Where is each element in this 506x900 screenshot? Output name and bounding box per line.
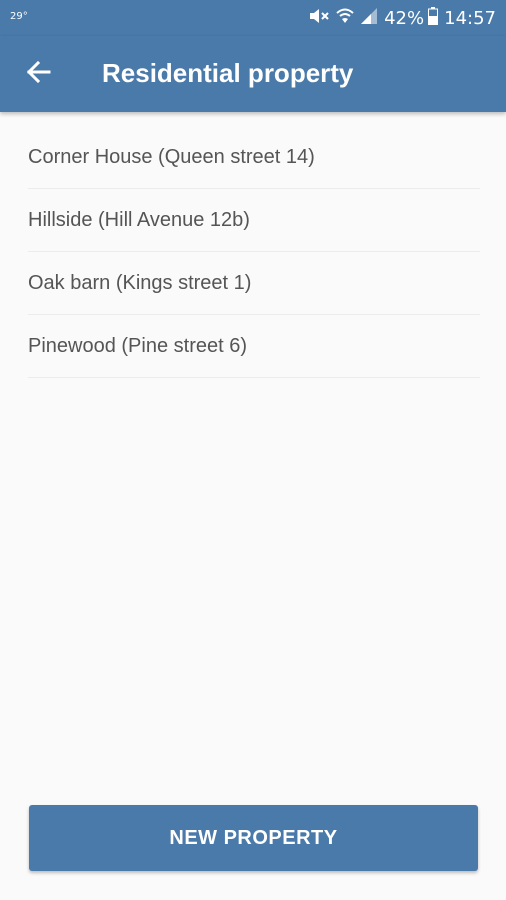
- property-label: Oak barn (Kings street 1): [28, 271, 252, 294]
- property-item[interactable]: Hillside (Hill Avenue 12b): [28, 189, 480, 252]
- battery-icon: [428, 6, 439, 30]
- new-property-button[interactable]: NEW PROPERTY: [29, 805, 478, 871]
- mute-icon: [308, 7, 330, 30]
- status-bar: 29° 42% 14:57: [0, 0, 506, 36]
- property-item[interactable]: Oak barn (Kings street 1): [28, 252, 480, 315]
- page-title: Residential property: [102, 58, 354, 88]
- property-item[interactable]: Pinewood (Pine street 6): [28, 315, 480, 378]
- property-item[interactable]: Corner House (Queen street 14): [28, 126, 480, 189]
- property-label: Corner House (Queen street 14): [28, 145, 315, 168]
- property-list: Corner House (Queen street 14) Hillside …: [28, 126, 480, 378]
- status-time: 14:57: [444, 7, 496, 29]
- wifi-icon: [336, 7, 354, 30]
- property-label: Hillside (Hill Avenue 12b): [28, 208, 250, 231]
- status-temperature: 29°: [10, 11, 28, 22]
- arrow-back-icon: [25, 59, 51, 90]
- back-button[interactable]: [18, 54, 58, 94]
- battery-percent: 42%: [384, 7, 425, 29]
- property-label: Pinewood (Pine street 6): [28, 334, 248, 357]
- app-bar: Residential property: [0, 36, 506, 112]
- status-icons: 42% 14:57: [308, 6, 496, 30]
- signal-icon: [360, 7, 378, 30]
